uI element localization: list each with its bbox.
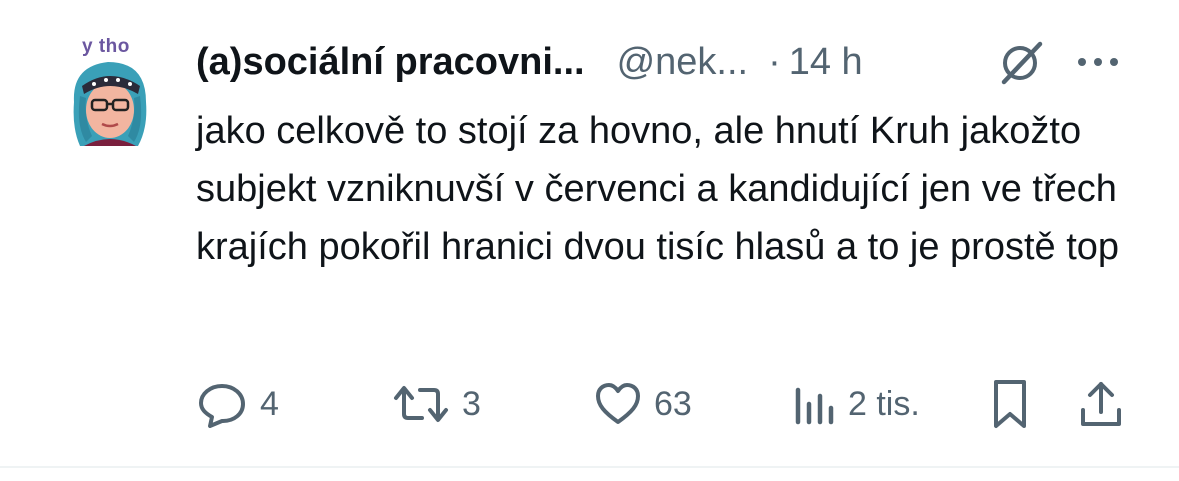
- divider: [0, 466, 1179, 468]
- reply-count: 4: [260, 384, 279, 423]
- bookmark-icon: [990, 378, 1030, 430]
- author-name[interactable]: (a)sociální pracovni...: [196, 41, 585, 84]
- repost-button[interactable]: 3: [392, 376, 481, 432]
- repost-icon: [392, 380, 450, 428]
- views-count: 2 tis.: [848, 384, 920, 423]
- grok-icon[interactable]: [996, 38, 1048, 86]
- avatar-label: y tho: [82, 36, 130, 57]
- share-button[interactable]: [1078, 376, 1124, 432]
- author-handle[interactable]: @nek...: [617, 41, 749, 84]
- like-button[interactable]: 63: [594, 376, 692, 432]
- action-bar: 4 3 63 2 tis.: [196, 376, 1136, 432]
- repost-count: 3: [462, 384, 481, 423]
- views-icon: [792, 380, 836, 428]
- views-button[interactable]: 2 tis.: [792, 376, 920, 432]
- like-icon: [594, 380, 642, 428]
- separator-dot: ·: [768, 40, 781, 83]
- reply-icon: [196, 380, 248, 428]
- reply-button[interactable]: 4: [196, 376, 279, 432]
- more-icon[interactable]: [1074, 50, 1122, 74]
- share-icon: [1078, 378, 1124, 430]
- timestamp[interactable]: 14 h: [789, 41, 863, 84]
- like-count: 63: [654, 384, 692, 423]
- bookmark-button[interactable]: [990, 376, 1030, 432]
- post-text: jako celkově to stojí za hovno, ale hnut…: [196, 110, 1120, 268]
- post-header: (a)sociální pracovni... @nek... · 14 h: [196, 38, 863, 86]
